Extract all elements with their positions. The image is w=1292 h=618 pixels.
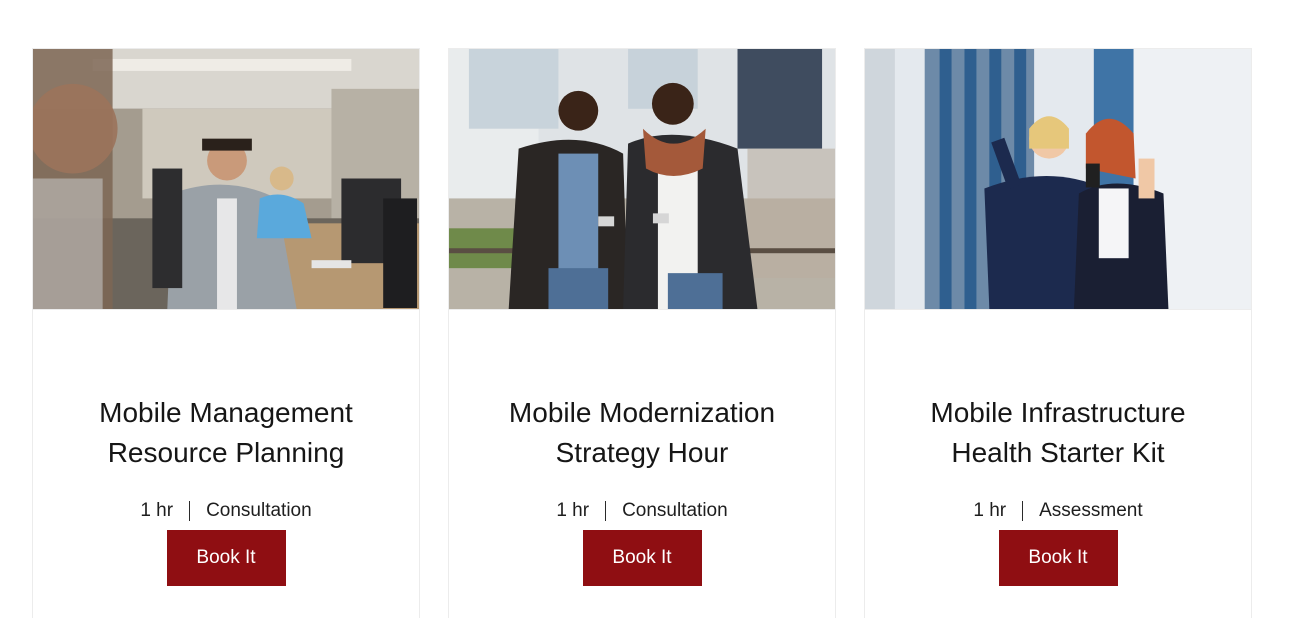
meta-divider xyxy=(605,501,607,521)
celebration-photo xyxy=(865,49,1251,309)
service-category: Assessment xyxy=(1039,500,1143,521)
meta-divider xyxy=(1022,501,1024,521)
service-title-line: Resource Planning xyxy=(107,437,345,468)
service-title[interactable]: Mobile Infrastructure Health Starter Kit xyxy=(893,393,1223,473)
service-card: Mobile Infrastructure Health Starter Kit… xyxy=(864,48,1252,618)
service-duration: 1 hr xyxy=(556,500,590,521)
service-title[interactable]: Mobile Modernization Strategy Hour xyxy=(477,393,807,473)
meta-divider xyxy=(189,501,191,521)
service-title-line: Mobile Infrastructure xyxy=(930,397,1186,428)
book-it-button[interactable]: Book It xyxy=(998,530,1118,586)
service-duration: 1 hr xyxy=(140,500,174,521)
service-title-line: Health Starter Kit xyxy=(951,437,1165,468)
service-title[interactable]: Mobile Management Resource Planning xyxy=(61,393,391,473)
service-duration: 1 hr xyxy=(973,500,1007,521)
service-category: Consultation xyxy=(622,500,728,521)
friends-photo xyxy=(449,49,835,309)
office-photo xyxy=(33,49,419,309)
service-title-line: Mobile Modernization xyxy=(508,397,776,428)
service-title-line: Mobile Management xyxy=(99,397,353,428)
service-list: Mobile Management Resource Planning 1 hr… xyxy=(32,48,1252,618)
service-image-office[interactable] xyxy=(33,49,419,310)
service-card: Mobile Modernization Strategy Hour 1 hr … xyxy=(448,48,836,618)
service-category: Consultation xyxy=(206,500,312,521)
service-meta: 1 hr Consultation xyxy=(140,499,312,523)
service-image-friends[interactable] xyxy=(449,49,835,310)
service-card: Mobile Management Resource Planning 1 hr… xyxy=(32,48,420,618)
service-meta: 1 hr Consultation xyxy=(556,499,728,523)
book-it-button[interactable]: Book It xyxy=(582,530,702,586)
book-it-button[interactable]: Book It xyxy=(166,530,286,586)
service-meta: 1 hr Assessment xyxy=(973,499,1143,523)
service-image-celebration[interactable] xyxy=(865,49,1251,310)
service-title-line: Strategy Hour xyxy=(555,437,729,468)
